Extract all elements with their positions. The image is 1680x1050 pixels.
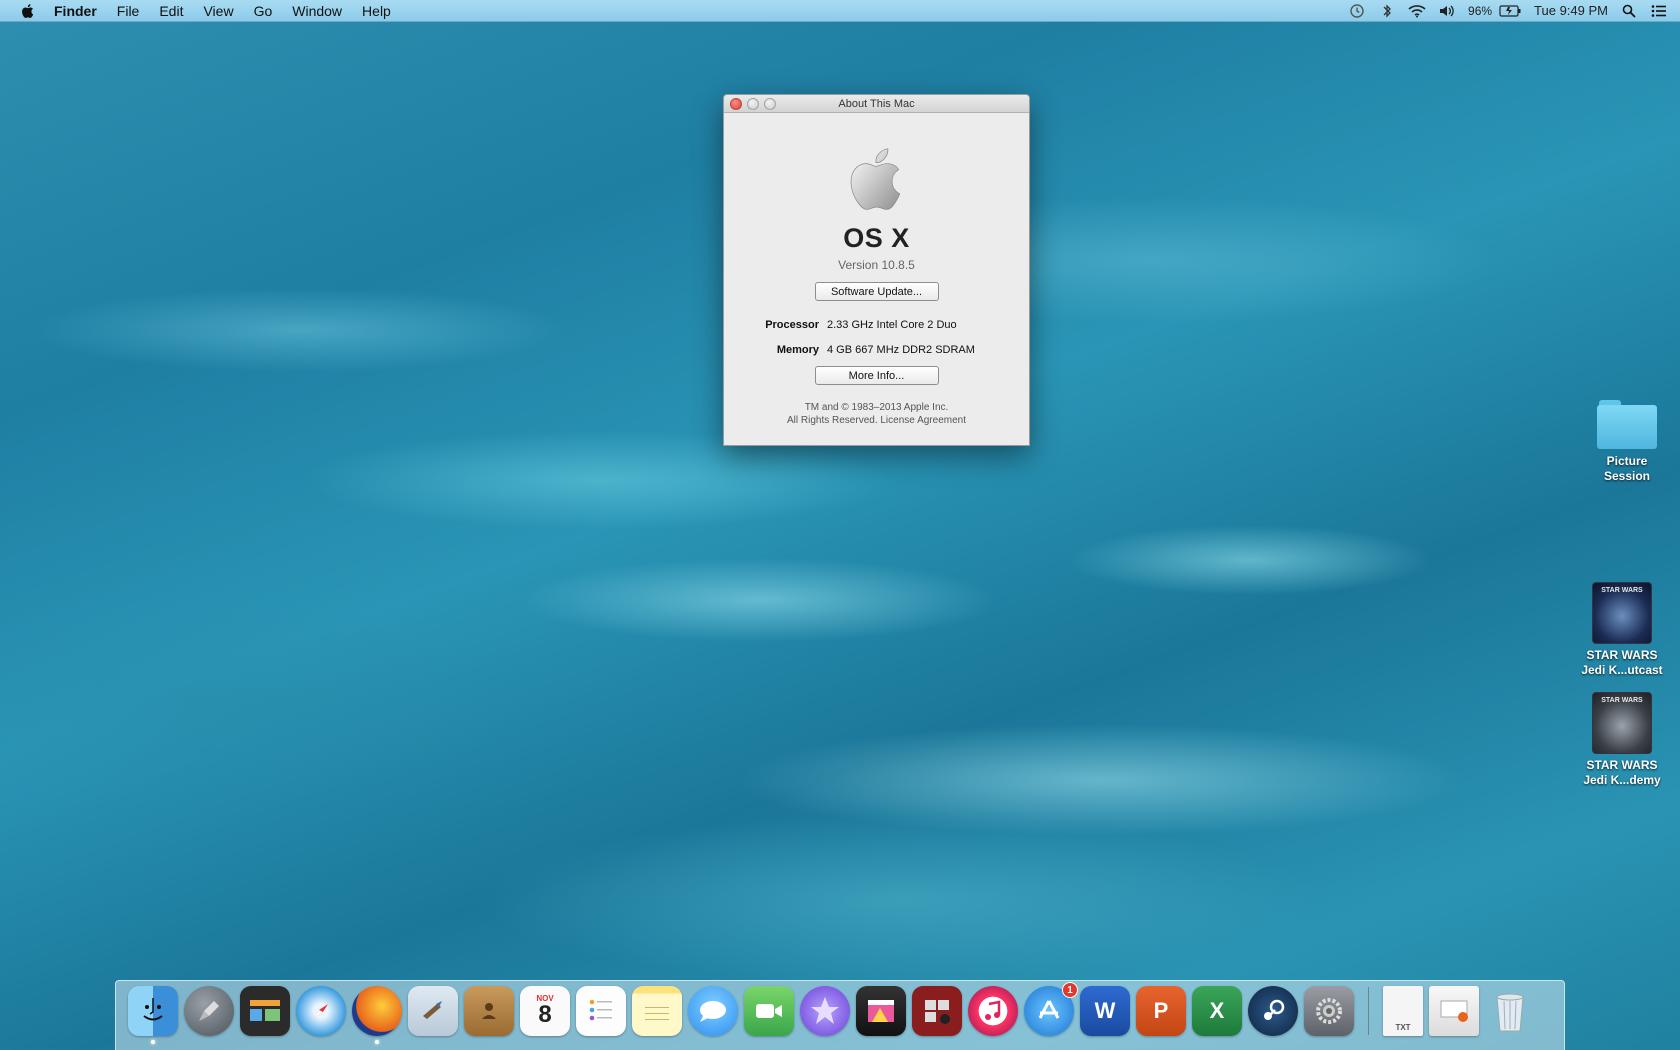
app-store-icon[interactable]: 1 (1024, 982, 1078, 1036)
microsoft-excel-icon[interactable]: X (1192, 986, 1242, 1036)
copyright-line: TM and © 1983–2013 Apple Inc. (804, 402, 949, 413)
zoom-button[interactable] (764, 97, 776, 110)
menu-bar: Finder File Edit View Go Window Help 96%… (0, 0, 1680, 22)
minimize-button[interactable] (747, 97, 759, 110)
status-area: 96% Tue 9:49 PM (1348, 3, 1680, 19)
menu-help[interactable]: Help (362, 3, 391, 19)
about-this-mac-window: About This Mac OS X Version 10.8.5 Softw… (723, 94, 1030, 446)
desktop-icon-label: STAR WARS Jedi K...utcast (1581, 648, 1663, 677)
safari-icon[interactable] (296, 986, 346, 1036)
steam-icon[interactable] (1248, 986, 1298, 1036)
calendar-icon[interactable]: NOV 8 (520, 986, 570, 1036)
downloads-stack-icon[interactable] (1429, 986, 1479, 1036)
dock-separator (1368, 987, 1369, 1035)
mail-icon[interactable] (408, 986, 458, 1036)
wifi-icon[interactable] (1408, 3, 1426, 19)
desktop-icon-label: Picture Session (1603, 454, 1651, 483)
close-button[interactable] (730, 97, 742, 110)
legal-text: TM and © 1983–2013 Apple Inc. All Rights… (787, 401, 966, 427)
desktop-icon-star-wars-academy[interactable]: STAR WARS STAR WARS Jedi K...demy (1567, 692, 1677, 788)
apple-menu-icon[interactable] (18, 3, 38, 19)
processor-label: Processor (765, 319, 819, 331)
contacts-icon[interactable] (464, 986, 514, 1036)
notes-icon[interactable] (632, 986, 682, 1036)
game-icon: STAR WARS (1592, 582, 1652, 644)
menu-finder[interactable]: Finder (54, 3, 97, 19)
microsoft-word-icon[interactable]: W (1080, 986, 1130, 1036)
bluetooth-icon[interactable] (1378, 3, 1396, 19)
itunes-icon[interactable] (968, 986, 1018, 1036)
license-agreement-link[interactable]: License Agreement (880, 415, 966, 426)
more-info-button[interactable]: More Info... (814, 366, 939, 385)
app-store-badge: 1 (1062, 982, 1078, 998)
final-cut-pro-icon[interactable] (856, 986, 906, 1036)
menu-file[interactable]: File (117, 3, 140, 19)
game-icon: STAR WARS (1592, 692, 1652, 754)
mission-control-icon[interactable] (240, 986, 290, 1036)
microsoft-powerpoint-icon[interactable]: P (1136, 986, 1186, 1036)
memory-label: Memory (776, 344, 819, 356)
dock-items: NOV 8 1 W P X TXT (128, 982, 1541, 1044)
os-name: OS X (843, 223, 910, 253)
finder-icon[interactable] (128, 986, 178, 1044)
os-version: Version 10.8.5 (838, 258, 915, 272)
volume-icon[interactable] (1438, 3, 1456, 19)
menu-window[interactable]: Window (292, 3, 342, 19)
memory-row: Memory 4 GB 667 MHz DDR2 SDRAM (724, 344, 1029, 356)
imovie-icon[interactable] (800, 986, 850, 1036)
memory-value: 4 GB 667 MHz DDR2 SDRAM (827, 344, 975, 356)
reminders-icon[interactable] (576, 986, 626, 1036)
clock[interactable]: Tue 9:49 PM (1534, 3, 1608, 18)
software-update-button[interactable]: Software Update... (814, 282, 939, 301)
menu-view[interactable]: View (203, 3, 233, 19)
desktop-icon-star-wars-outcast[interactable]: STAR WARS STAR WARS Jedi K...utcast (1567, 582, 1677, 678)
photo-booth-icon[interactable] (912, 986, 962, 1036)
processor-value: 2.33 GHz Intel Core 2 Duo (827, 319, 957, 331)
menu-edit[interactable]: Edit (159, 3, 183, 19)
document-stack-icon[interactable]: TXT (1383, 986, 1423, 1036)
apple-logo-icon (850, 148, 900, 210)
desktop-icon-picture-session[interactable]: Picture Session (1572, 400, 1680, 484)
folder-icon (1597, 400, 1657, 450)
battery-percentage[interactable]: 96% (1468, 4, 1492, 18)
facetime-icon[interactable] (744, 986, 794, 1036)
system-preferences-icon[interactable] (1304, 986, 1354, 1036)
spotlight-search-icon[interactable] (1620, 3, 1638, 19)
battery-icon[interactable] (1498, 3, 1522, 19)
time-machine-icon[interactable] (1348, 3, 1366, 19)
launchpad-icon[interactable] (184, 986, 234, 1036)
trash-icon[interactable] (1485, 986, 1535, 1036)
window-controls (730, 97, 776, 110)
window-titlebar[interactable]: About This Mac (724, 95, 1029, 113)
notification-center-icon[interactable] (1650, 3, 1668, 19)
desktop-icon-label: STAR WARS Jedi K...demy (1583, 758, 1661, 787)
rights-reserved: All Rights Reserved. (787, 415, 878, 426)
menu-go[interactable]: Go (254, 3, 273, 19)
firefox-icon[interactable] (352, 986, 402, 1044)
processor-row: Processor 2.33 GHz Intel Core 2 Duo (724, 319, 1029, 331)
messages-icon[interactable] (688, 986, 738, 1036)
